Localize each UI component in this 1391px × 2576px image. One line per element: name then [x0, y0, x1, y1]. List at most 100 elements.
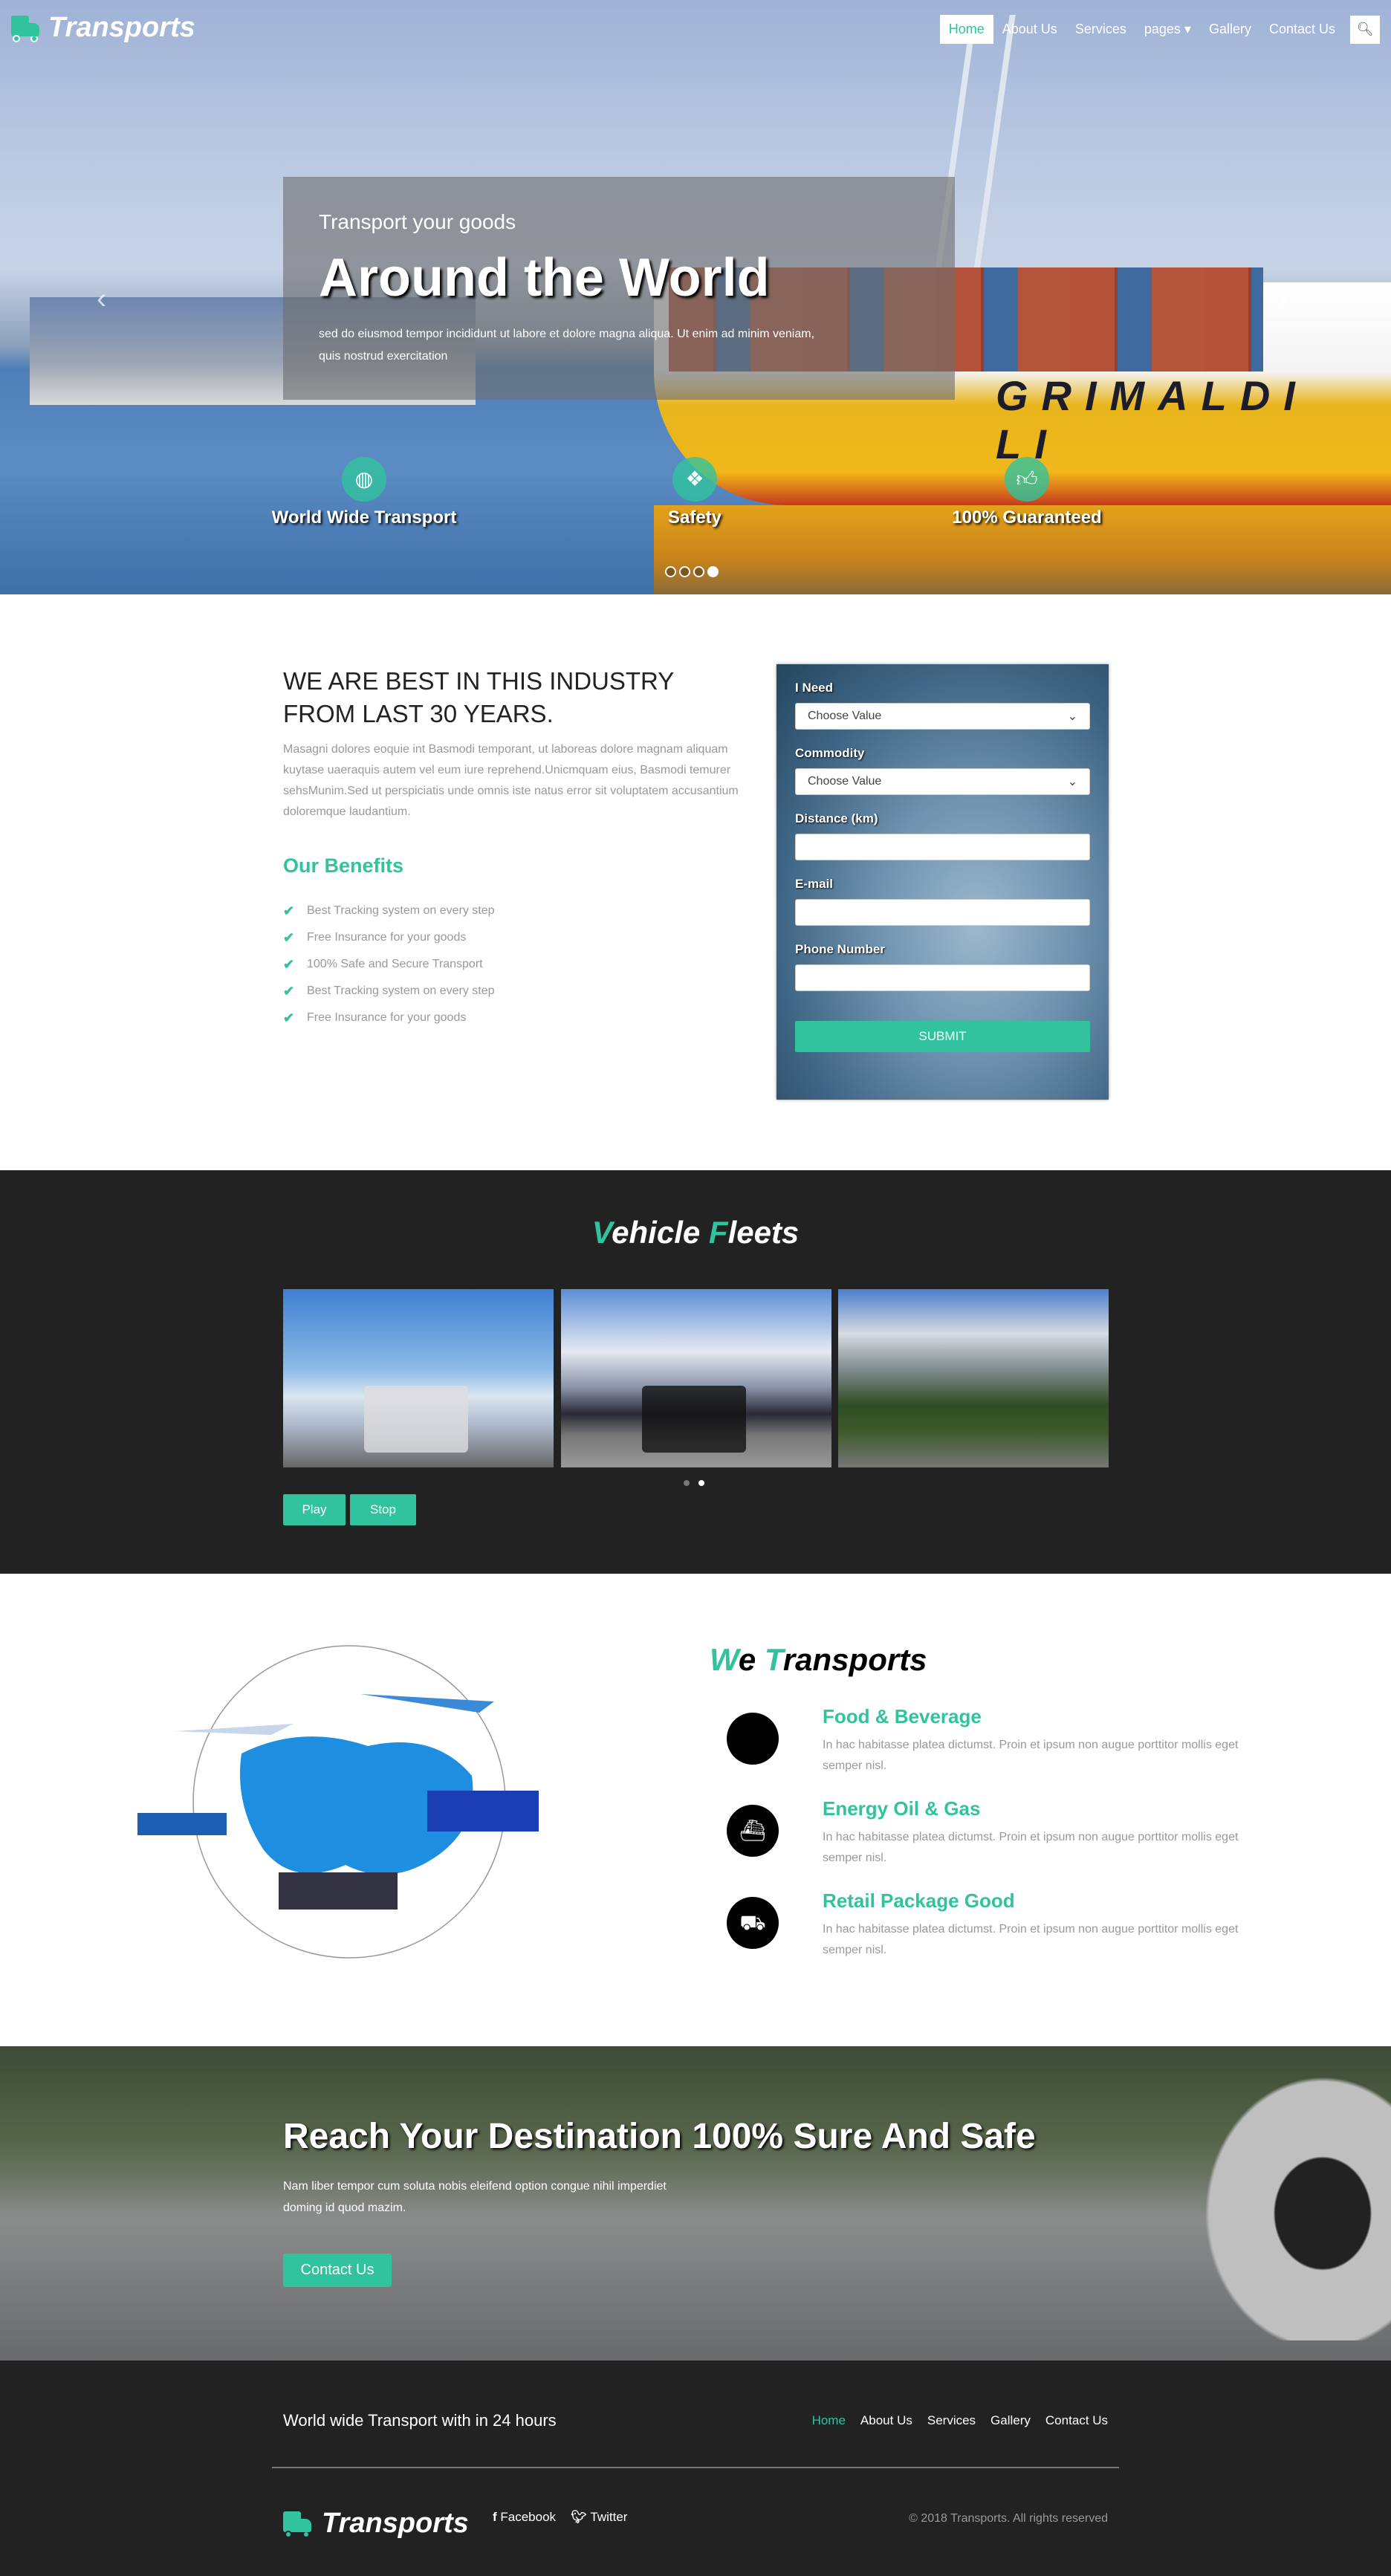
distance-input[interactable] [795, 834, 1090, 860]
list-item: ✔ Free Insurance for your goods [283, 1005, 495, 1031]
submit-button[interactable]: SUBMIT [795, 1021, 1090, 1052]
cta-title: Reach Your Destination 100% Sure And Saf… [283, 2117, 1036, 2156]
twitter-label: Twitter [590, 2510, 628, 2524]
truck-image [1189, 2058, 1391, 2340]
about-text: Masagni dolores eoquie int Basmodi tempo… [283, 743, 739, 818]
check-icon: ✔ [283, 983, 295, 999]
distance-label: Distance (km) [795, 811, 878, 825]
footer-nav-services[interactable]: Services [927, 2413, 976, 2428]
carousel-indicators [665, 566, 719, 577]
footer-logo[interactable]: Transports [283, 2508, 469, 2540]
footer-tagline: World wide Transport with in 24 hours [283, 2411, 557, 2430]
benefit-text: Best Tracking system on every step [307, 904, 495, 917]
fleet-dot-active[interactable] [698, 1480, 704, 1486]
nav-gallery[interactable]: Gallery [1200, 15, 1260, 44]
commodity-select[interactable]: Choose Value ⌄ [795, 768, 1090, 795]
check-icon: ✔ [283, 956, 295, 972]
hero-caption: Transport your goods Around the World se… [283, 177, 955, 400]
hero-text: sed do eiusmod tempor incididunt ut labo… [319, 328, 815, 363]
nav-about[interactable]: About Us [993, 15, 1066, 44]
feature-label: Safety [667, 507, 722, 528]
facebook-icon: f [493, 2510, 501, 2524]
carousel-next-icon[interactable]: › [1278, 282, 1288, 316]
title-accent: F [708, 1215, 728, 1250]
fleet-image-truck-trailer[interactable] [561, 1289, 831, 1467]
service-food-beverage: Food & Beverage In hac habitasse platea … [727, 1705, 1291, 1805]
title-part: leets [727, 1215, 800, 1250]
title-part: ehicle [612, 1215, 709, 1250]
twitter-link[interactable]: 🐦︎ Twitter [571, 2510, 627, 2525]
feature-guaranteed: 👍︎ 100% Guaranteed [878, 457, 1176, 528]
email-label: E-mail [795, 877, 834, 891]
list-item: ✔ Best Tracking system on every step [283, 898, 495, 924]
title-part: ransports [782, 1642, 927, 1677]
footer-nav-gallery[interactable]: Gallery [990, 2413, 1031, 2428]
fleets-title: Vehicle Fleets [0, 1215, 1391, 1250]
fleet-image-truck-mountains[interactable] [838, 1289, 1109, 1467]
carousel-dot[interactable] [665, 566, 676, 577]
need-select-value: Choose Value [808, 710, 882, 722]
feature-label: 100% Guaranteed [952, 507, 1102, 528]
about-heading: We are best in this industry from last 3… [283, 667, 674, 727]
benefit-text: Free Insurance for your goods [307, 1011, 467, 1024]
service-title: Energy Oil & Gas [823, 1797, 981, 1820]
carousel-dot-active[interactable] [707, 566, 719, 577]
title-accent: W [710, 1642, 739, 1677]
social-links: f Facebook 🐦︎ Twitter [493, 2510, 627, 2525]
twitter-icon: 🐦︎ [571, 2510, 591, 2524]
feature-label: World Wide Transport [271, 507, 457, 528]
carousel-prev-icon[interactable]: ‹ [97, 282, 106, 316]
thumbs-up-icon: 👍︎ [1005, 457, 1049, 502]
service-text: In hac habitasse platea dictumst. Proin … [823, 1923, 1239, 1956]
footer [0, 2361, 1391, 2576]
benefit-text: Free Insurance for your goods [307, 931, 467, 944]
service-energy: ⛴︎ Energy Oil & Gas In hac habitasse pla… [727, 1797, 1291, 1897]
facebook-link[interactable]: f Facebook [493, 2510, 556, 2525]
nav-services[interactable]: Services [1066, 15, 1135, 44]
chevron-down-icon: ⌄ [1067, 776, 1077, 788]
facebook-label: Facebook [500, 2510, 557, 2524]
title-part: e [738, 1642, 765, 1677]
apple-icon [727, 1713, 779, 1765]
email-input[interactable] [795, 899, 1090, 926]
search-icon[interactable]: 🔍︎ [1350, 15, 1380, 44]
carousel-dot[interactable] [679, 566, 690, 577]
footer-nav-contact[interactable]: Contact Us [1045, 2413, 1108, 2428]
main-nav: Home About Us Services pages ▾ Gallery C… [939, 15, 1380, 44]
title-accent: T [764, 1642, 783, 1677]
footer-nav-about[interactable]: About Us [860, 2413, 912, 2428]
check-icon: ✔ [283, 1010, 295, 1025]
list-item: ✔ Best Tracking system on every step [283, 978, 495, 1005]
hero-subtitle: Transport your goods [319, 210, 516, 233]
truck-icon [283, 2510, 313, 2538]
chevron-down-icon: ⌄ [1067, 710, 1077, 723]
ship-icon: ⛴︎ [727, 1805, 779, 1857]
fleet-image-truck-snow[interactable] [283, 1289, 554, 1467]
check-icon: ✔ [283, 903, 295, 918]
footer-nav-home[interactable]: Home [812, 2413, 846, 2428]
ship-lettering: GRIMALDI LI [996, 372, 1309, 467]
list-item: ✔ 100% Safe and Secure Transport [283, 951, 495, 978]
logo[interactable]: Transports [11, 12, 195, 44]
stop-button[interactable]: Stop [350, 1494, 416, 1525]
contact-us-button[interactable]: Contact Us [283, 2254, 392, 2287]
fleet-dot[interactable] [684, 1480, 690, 1486]
footer-divider [272, 2467, 1119, 2468]
carousel-dot[interactable] [693, 566, 704, 577]
play-button[interactable]: Play [283, 1494, 346, 1525]
need-select[interactable]: Choose Value ⌄ [795, 703, 1090, 730]
we-transports-title: We Transports [710, 1642, 927, 1678]
logo-text: Transports [322, 2508, 469, 2539]
service-title: Retail Package Good [823, 1889, 1015, 1912]
nav-pages-dropdown[interactable]: pages ▾ [1135, 15, 1200, 44]
service-text: In hac habitasse platea dictumst. Proin … [823, 1831, 1239, 1864]
fleet-indicators [684, 1480, 704, 1486]
service-retail: ⛟︎ Retail Package Good In hac habitasse … [727, 1889, 1291, 1989]
truck-icon [11, 14, 41, 42]
benefits-heading: Our Benefits [283, 854, 404, 877]
globe-icon: ◍ [342, 457, 386, 502]
phone-input[interactable] [795, 964, 1090, 991]
nav-contact[interactable]: Contact Us [1260, 15, 1344, 44]
cta-text: Nam liber tempor cum soluta nobis eleife… [283, 2180, 667, 2214]
nav-home[interactable]: Home [939, 15, 993, 44]
